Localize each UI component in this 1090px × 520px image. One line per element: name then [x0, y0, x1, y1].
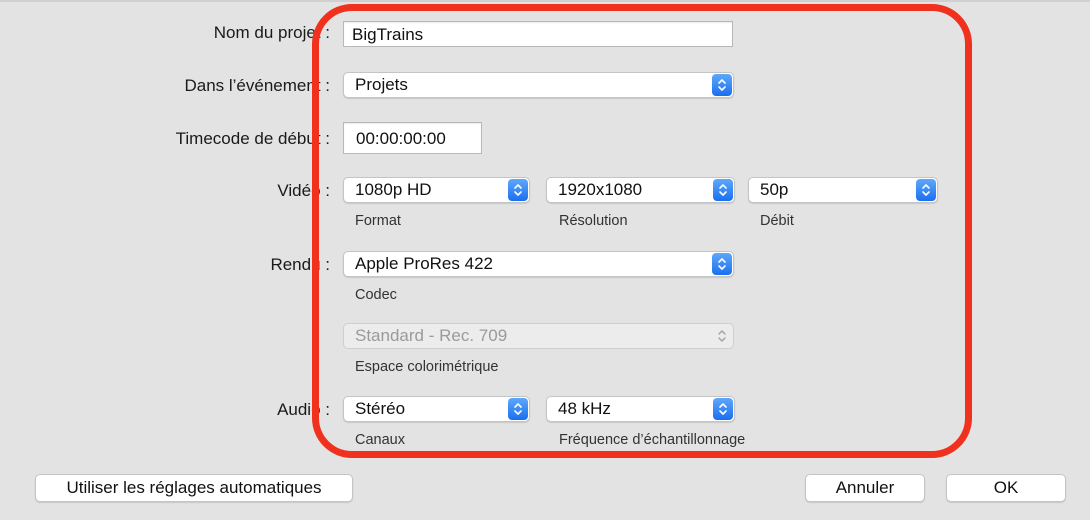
video-resolution-caption: Résolution — [559, 213, 628, 229]
render-codec-popup[interactable]: Apple ProRes 422 — [343, 251, 734, 277]
up-down-chevron-icon — [916, 179, 936, 201]
timecode-label: Timecode de début : — [175, 129, 330, 148]
audio-sample-rate-value: 48 kHz — [558, 399, 611, 418]
up-down-chevron-icon — [713, 398, 733, 420]
audio-channels-popup[interactable]: Stéréo — [343, 396, 530, 422]
colorspace-caption: Espace colorimétrique — [355, 359, 499, 375]
cancel-button[interactable]: Annuler — [805, 474, 925, 502]
render-codec-value: Apple ProRes 422 — [355, 254, 493, 273]
event-label: Dans l’événement : — [184, 76, 330, 95]
video-resolution-value: 1920x1080 — [558, 180, 643, 199]
colorspace-value: Standard - Rec. 709 — [355, 326, 508, 345]
up-down-chevron-icon — [712, 253, 732, 275]
video-format-value: 1080p HD — [355, 180, 432, 199]
up-down-chevron-icon — [713, 179, 733, 201]
render-codec-caption: Codec — [355, 287, 397, 303]
render-label: Rendu : — [270, 255, 330, 274]
timecode-field[interactable]: 00:00:00:00 — [343, 122, 482, 154]
audio-channels-caption: Canaux — [355, 432, 405, 448]
video-rate-caption: Débit — [760, 213, 794, 229]
colorspace-popup: Standard - Rec. 709 — [343, 323, 734, 349]
video-format-popup[interactable]: 1080p HD — [343, 177, 530, 203]
auto-settings-button[interactable]: Utiliser les réglages automatiques — [35, 474, 353, 502]
project-name-field[interactable]: BigTrains — [343, 21, 733, 47]
video-rate-popup[interactable]: 50p — [748, 177, 938, 203]
up-down-chevron-icon — [508, 179, 528, 201]
window-top-border — [0, 0, 1090, 2]
up-down-chevron-icon — [508, 398, 528, 420]
audio-sample-rate-caption: Fréquence d’échantillonnage — [559, 432, 746, 448]
event-popup[interactable]: Projets — [343, 72, 734, 98]
up-down-chevron-icon — [712, 325, 732, 347]
audio-sample-rate-popup[interactable]: 48 kHz — [546, 396, 735, 422]
audio-label: Audio : — [277, 400, 330, 419]
project-name-label: Nom du projet : — [213, 23, 330, 42]
audio-channels-value: Stéréo — [355, 399, 406, 418]
video-label: Vidéo : — [277, 181, 330, 200]
video-resolution-popup[interactable]: 1920x1080 — [546, 177, 735, 203]
event-popup-value: Projets — [355, 75, 408, 94]
ok-button[interactable]: OK — [946, 474, 1066, 502]
video-format-caption: Format — [355, 213, 401, 229]
up-down-chevron-icon — [712, 74, 732, 96]
video-rate-value: 50p — [760, 180, 789, 199]
